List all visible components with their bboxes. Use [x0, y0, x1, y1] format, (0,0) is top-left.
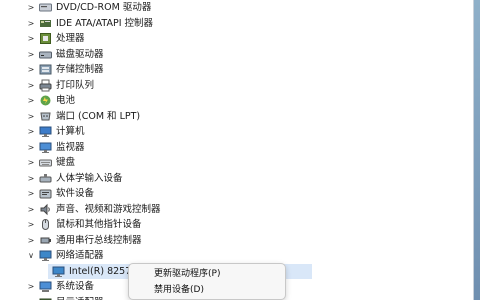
window-edge — [474, 0, 480, 300]
tree-category-row[interactable]: ∨ 网络适配器 — [0, 248, 474, 263]
system-device-icon — [39, 280, 52, 293]
software-device-icon — [39, 187, 52, 200]
tree-category-label: 人体学输入设备 — [56, 172, 123, 184]
tree-category-row[interactable]: > 处理器 — [0, 31, 474, 46]
battery-icon — [39, 94, 52, 107]
tree-category-label: 鼠标和其他指针设备 — [56, 219, 142, 230]
tree-category-label: 端口 (COM 和 LPT) — [56, 110, 141, 122]
chevron-right-icon[interactable]: > — [26, 142, 36, 153]
tree-category-row[interactable]: > 端口 (COM 和 LPT) — [0, 109, 474, 124]
computer-icon — [39, 125, 52, 138]
tree-category-label: IDE ATA/ATAPI 控制器 — [56, 17, 154, 29]
dvd-drive-icon — [39, 1, 52, 14]
network-adapter-icon — [39, 249, 52, 262]
tree-category-label: 电池 — [56, 95, 76, 106]
ide-controller-icon — [39, 17, 52, 30]
storage-controller-icon — [39, 63, 52, 76]
tree-category-row[interactable]: > 计算机 — [0, 124, 474, 139]
chevron-down-icon[interactable]: ∨ — [26, 250, 36, 261]
tree-category-row[interactable]: > 存储控制器 — [0, 62, 474, 77]
mouse-icon — [39, 218, 52, 231]
monitor-icon — [39, 141, 52, 154]
display-adapter-icon — [39, 296, 52, 300]
processor-icon — [39, 32, 52, 45]
tree-category-row[interactable]: > 键盘 — [0, 155, 474, 170]
chevron-right-icon[interactable]: > — [26, 173, 36, 184]
tree-category-row[interactable]: > 磁盘驱动器 — [0, 47, 474, 62]
chevron-right-icon[interactable]: > — [26, 80, 36, 91]
tree-category-label: 处理器 — [56, 33, 85, 44]
tree-category-row[interactable]: > 鼠标和其他指针设备 — [0, 217, 474, 232]
chevron-right-icon[interactable]: > — [26, 2, 36, 13]
tree-category-row[interactable]: > 通用串行总线控制器 — [0, 233, 474, 248]
tree-category-label: 键盘 — [56, 157, 76, 168]
chevron-right-icon[interactable]: > — [26, 157, 36, 168]
tree-category-label: 存储控制器 — [56, 64, 104, 75]
chevron-right-icon[interactable]: > — [26, 33, 36, 44]
tree-category-label: 打印队列 — [56, 79, 95, 91]
chevron-right-icon[interactable]: > — [26, 219, 36, 230]
tree-category-row[interactable]: > DVD/CD-ROM 驱动器 — [0, 0, 474, 15]
tree-category-label: 软件设备 — [56, 188, 95, 199]
tree-category-row[interactable]: > IDE ATA/ATAPI 控制器 — [0, 16, 474, 31]
update-driver-menu-item[interactable]: 更新驱动程序(P) — [129, 267, 285, 282]
sound-icon — [39, 203, 52, 216]
tree-category-label: DVD/CD-ROM 驱动器 — [56, 2, 152, 13]
tree-category-row[interactable]: > 人体学输入设备 — [0, 171, 474, 186]
disk-drive-icon — [39, 48, 52, 61]
chevron-right-icon[interactable]: > — [26, 126, 36, 137]
tree-category-label: 计算机 — [56, 126, 85, 137]
device-tree: > DVD/CD-ROM 驱动器 > IDE ATA/ATAPI 控制器 > 处理器 > 磁盘… — [0, 0, 474, 300]
chevron-right-icon[interactable]: > — [26, 204, 36, 215]
chevron-right-icon[interactable]: > — [26, 297, 36, 300]
chevron-right-icon[interactable]: > — [26, 188, 36, 199]
tree-category-row[interactable]: > 监视器 — [0, 140, 474, 155]
print-queue-icon — [39, 79, 52, 92]
tree-category-label: 网络适配器 — [56, 250, 104, 261]
tree-category-label: 声音、视频和游戏控制器 — [56, 203, 161, 215]
tree-category-label: 显示适配器 — [56, 296, 104, 300]
hid-icon — [39, 172, 52, 185]
usb-icon — [39, 234, 52, 247]
port-icon — [39, 110, 52, 123]
tree-category-row[interactable]: > 电池 — [0, 93, 474, 108]
disable-device-menu-item[interactable]: 禁用设备(D) — [129, 283, 285, 298]
tree-category-row[interactable]: > 软件设备 — [0, 186, 474, 201]
chevron-right-icon[interactable]: > — [26, 111, 36, 122]
tree-category-label: 通用串行总线控制器 — [56, 234, 142, 246]
tree-category-label: 系统设备 — [56, 281, 95, 292]
chevron-right-icon[interactable]: > — [26, 281, 36, 292]
chevron-right-icon[interactable]: > — [26, 64, 36, 75]
keyboard-icon — [39, 156, 52, 169]
context-menu: 更新驱动程序(P) 禁用设备(D) — [128, 263, 286, 300]
chevron-right-icon[interactable]: > — [26, 49, 36, 60]
tree-category-label: 监视器 — [56, 141, 85, 153]
network-card-icon — [52, 265, 65, 278]
chevron-right-icon[interactable]: > — [26, 95, 36, 106]
tree-category-row[interactable]: > 声音、视频和游戏控制器 — [0, 202, 474, 217]
tree-category-row[interactable]: > 打印队列 — [0, 78, 474, 93]
chevron-right-icon[interactable]: > — [26, 235, 36, 246]
chevron-right-icon[interactable]: > — [26, 18, 36, 29]
tree-category-label: 磁盘驱动器 — [56, 48, 104, 60]
